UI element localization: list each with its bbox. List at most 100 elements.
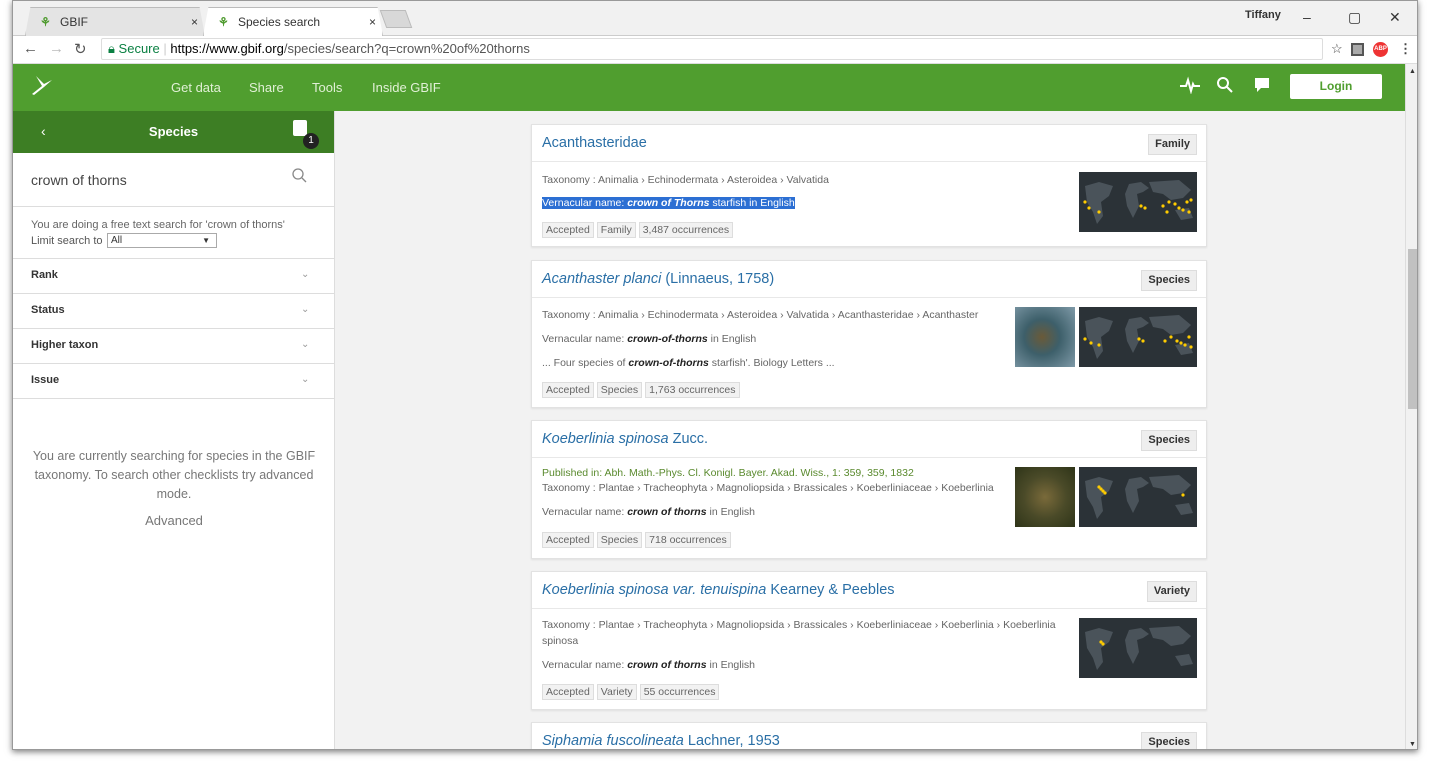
result-card: Koeberlinia spinosa Zucc. Species Publis… <box>531 420 1207 559</box>
scroll-down-icon[interactable]: ▼ <box>1409 741 1416 748</box>
url-path: /species/search?q=crown%20of%20thorns <box>283 41 530 56</box>
close-window-button[interactable]: ✕ <box>1389 9 1401 26</box>
activity-pulse-icon[interactable] <box>1179 76 1201 99</box>
forward-arrow-icon[interactable]: → <box>49 40 64 57</box>
close-tab-icon[interactable]: × <box>369 15 376 29</box>
scrollbar-thumb[interactable] <box>1408 249 1417 409</box>
chevron-down-icon: ⌄ <box>301 304 310 315</box>
result-card: Siphamia fuscolineata Lachner, 1953 Spec… <box>531 722 1207 749</box>
vernacular-name: Vernacular name: crown-of-thorns in Engl… <box>542 333 757 345</box>
rank-badge: Species <box>1141 270 1197 291</box>
tab-gbif[interactable]: ⚘ GBIF × <box>25 7 205 36</box>
facet-rank[interactable]: Rank ⌄ <box>13 259 334 294</box>
reload-icon[interactable]: ↻ <box>74 40 87 58</box>
facet-issue[interactable]: Issue ⌄ <box>13 364 334 399</box>
minimize-button[interactable]: – <box>1303 9 1311 25</box>
free-text-note: You are doing a free text search for 'cr… <box>31 219 285 231</box>
result-title-link[interactable]: Acanthaster planci (Linnaeus, 1758) <box>542 271 774 287</box>
bookmark-star-icon[interactable]: ☆ <box>1331 41 1343 57</box>
new-tab-button[interactable] <box>379 10 413 28</box>
menu-get-data[interactable]: Get data <box>171 80 221 95</box>
limit-label: Limit search to <box>31 235 103 247</box>
result-card: Acanthaster planci (Linnaeus, 1758) Spec… <box>531 260 1207 408</box>
facet-status[interactable]: Status ⌄ <box>13 294 334 329</box>
url-field[interactable]: 🔒︎ Secure | https://www.gbif.org/species… <box>101 38 1323 60</box>
vernacular-name: Vernacular name: crown of thorns in Engl… <box>542 659 756 671</box>
chevron-down-icon: ⌄ <box>301 269 310 280</box>
gbif-leaf-icon: ⚘ <box>218 15 229 29</box>
close-tab-icon[interactable]: × <box>191 15 198 29</box>
gbif-leaf-icon: ⚘ <box>40 15 51 29</box>
occurrence-dot <box>1141 339 1145 343</box>
menu-dots-icon[interactable]: ⋮ <box>1399 41 1412 57</box>
occurrence-dot <box>1169 335 1173 339</box>
species-search-box[interactable]: crown of thorns <box>13 153 334 207</box>
occurrence-dot <box>1163 339 1167 343</box>
species-photo[interactable] <box>1015 467 1075 527</box>
world-map-graphic <box>1085 626 1193 670</box>
result-title-link[interactable]: Siphamia fuscolineata Lachner, 1953 <box>542 733 780 749</box>
login-button[interactable]: Login <box>1290 74 1382 99</box>
occurrence-map[interactable] <box>1079 307 1197 367</box>
occurrence-tag[interactable]: 55 occurrences <box>639 684 720 700</box>
rank-badge: Family <box>1148 134 1197 155</box>
search-icon[interactable] <box>291 167 309 185</box>
menu-inside-gbif[interactable]: Inside GBIF <box>372 80 441 95</box>
occurrence-dot <box>1087 206 1091 210</box>
world-map-graphic <box>1083 180 1193 224</box>
feedback-chat-icon[interactable] <box>1253 76 1271 99</box>
lock-icon: 🔒︎ <box>108 41 115 56</box>
rank-badge: Species <box>1141 430 1197 451</box>
tab-species-search[interactable]: ⚘ Species search × <box>203 7 383 36</box>
sidebar-title: Species <box>148 124 199 139</box>
rank-tag: Variety <box>596 684 637 700</box>
occurrence-dot <box>1165 210 1169 214</box>
search-icon[interactable] <box>1216 76 1234 99</box>
adblock-icon[interactable]: ABP <box>1373 42 1388 57</box>
occurrence-tag[interactable]: 718 occurrences <box>645 532 731 548</box>
occurrence-dot <box>1175 339 1179 343</box>
vernacular-name: Vernacular name: crown of thorns in Engl… <box>542 506 756 518</box>
result-title-link[interactable]: Acanthasteridae <box>542 135 647 151</box>
profile-name[interactable]: Tiffany <box>1245 9 1281 21</box>
facet-label: Rank <box>31 269 58 281</box>
menu-tools[interactable]: Tools <box>312 80 342 95</box>
rank-badge: Variety <box>1146 581 1197 602</box>
occurrence-dot <box>1137 337 1141 341</box>
menu-share[interactable]: Share <box>249 80 284 95</box>
taxonomy-path: Taxonomy : Plantae › Tracheophyta › Magn… <box>542 482 994 494</box>
occurrence-dot <box>1187 210 1191 214</box>
occurrence-map[interactable] <box>1079 172 1197 232</box>
limit-select[interactable]: All ▼ <box>107 233 217 248</box>
occurrence-map[interactable] <box>1079 618 1197 678</box>
gbif-logo-icon[interactable] <box>30 74 56 103</box>
occurrence-dot <box>1189 198 1193 202</box>
occurrence-dot <box>1097 485 1101 489</box>
occurrence-dot <box>1173 202 1177 206</box>
advanced-link[interactable]: Advanced <box>13 513 335 528</box>
extension-icon[interactable] <box>1351 43 1364 56</box>
scroll-up-icon[interactable]: ▲ <box>1409 68 1416 75</box>
occurrence-tag[interactable]: 1,763 occurrences <box>645 382 740 398</box>
result-title-link[interactable]: Koeberlinia spinosa var. tenuispina Kear… <box>542 582 895 598</box>
occurrence-tag[interactable]: 3,487 occurrences <box>638 222 734 238</box>
vertical-scrollbar[interactable]: ▲ ▼ <box>1405 64 1417 749</box>
tab-title: Species search <box>238 15 321 29</box>
rank-tag: Species <box>596 382 643 398</box>
result-title-link[interactable]: Koeberlinia spinosa Zucc. <box>542 431 708 447</box>
basket-icon[interactable] <box>293 120 307 136</box>
occurrence-dot <box>1179 341 1183 345</box>
occurrence-dot <box>1097 210 1101 214</box>
maximize-button[interactable]: ▢ <box>1348 9 1361 26</box>
occurrence-dot <box>1183 343 1187 347</box>
species-photo[interactable] <box>1015 307 1075 367</box>
facet-higher-taxon[interactable]: Higher taxon ⌄ <box>13 329 334 364</box>
search-input[interactable]: crown of thorns <box>31 172 127 188</box>
rank-tag: Species <box>596 532 643 548</box>
taxonomy-path: Taxonomy : Animalia › Echinodermata › As… <box>542 174 829 186</box>
secure-label: Secure <box>118 41 160 56</box>
back-arrow-icon[interactable]: ← <box>23 40 38 57</box>
occurrence-map[interactable] <box>1079 467 1197 527</box>
world-map-graphic <box>1085 475 1193 519</box>
occurrence-dot <box>1097 343 1101 347</box>
